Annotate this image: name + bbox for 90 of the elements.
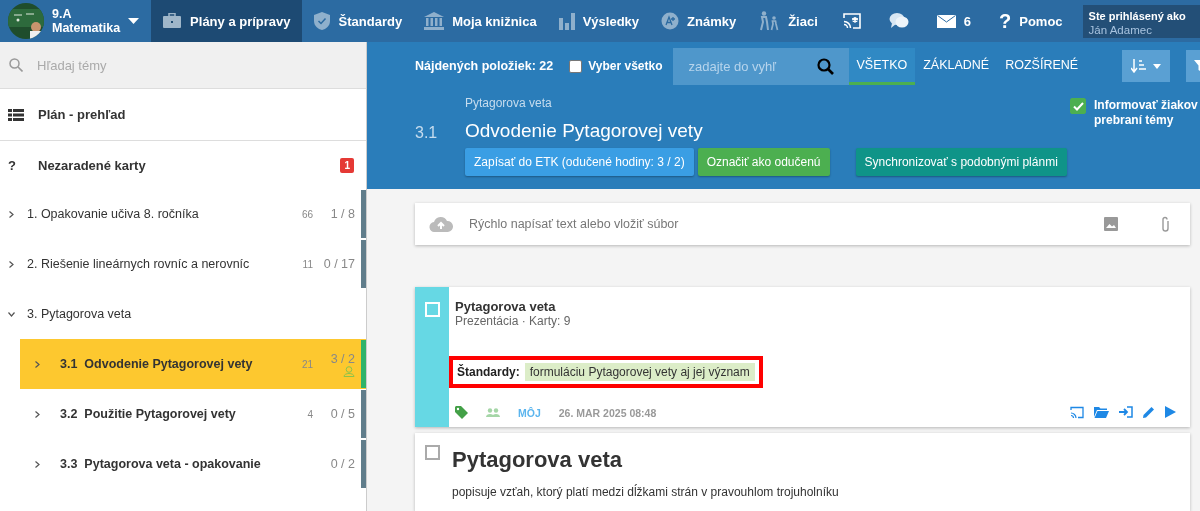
nav-tab[interactable]: Štandardy <box>301 0 414 42</box>
grade-icon <box>661 12 680 30</box>
briefcase-icon <box>162 13 183 29</box>
nav-tab[interactable]: Výsledky <box>547 0 651 42</box>
topic-title: 2. Riešenie lineárnych rovníc a nerovníc <box>27 257 251 271</box>
nav-tab[interactable]: Známky <box>650 0 748 42</box>
help-button[interactable]: ? Pomoc <box>985 0 1077 42</box>
shield-icon <box>312 11 331 31</box>
quick-post-box[interactable]: Rýchlo napísať text alebo vložiť súbor <box>415 203 1190 245</box>
search-field[interactable]: zadajte do vyhľ <box>686 57 817 75</box>
topic-title: 1. Opakovanie učiva 8. ročníka <box>27 207 200 221</box>
caret-icon <box>1153 63 1162 69</box>
mail-icon <box>936 14 956 28</box>
chat-icon[interactable] <box>888 12 909 30</box>
topic-number: 3.1 <box>415 123 439 143</box>
card-count: 21 <box>301 358 313 370</box>
topic-title: 3. Pytagorova veta <box>27 307 133 321</box>
topic-item[interactable]: 3.3 Pytagorova veta - opakovanie 0 / 2 <box>20 439 366 489</box>
filter-tab[interactable]: ROZŠÍRENÉ <box>997 47 1087 85</box>
card-text: popisuje vzťah, ktorý platí medzi dĺžkami strán v pravouhlom trojuholníku <box>452 485 839 499</box>
chevron-icon <box>34 360 41 368</box>
topic-item[interactable]: 3. Pytagorova veta <box>0 289 366 339</box>
filter-tab[interactable]: ZÁKLADNÉ <box>915 47 998 85</box>
breadcrumb: Pytagorova veta <box>465 96 553 110</box>
card-count: 11 <box>302 258 313 270</box>
bank-icon <box>424 12 445 30</box>
user-panel[interactable]: Ste prihlásený ako Ján Adamec <box>1082 5 1200 38</box>
standards-label: Štandardy: <box>457 365 520 379</box>
nav-tab[interactable]: Plány a prípravy <box>151 0 302 42</box>
checkmark-icon <box>1072 101 1084 111</box>
filter-tab[interactable]: VŠETKO <box>848 47 916 85</box>
nav-tab[interactable]: Žiaci <box>747 0 829 42</box>
card-heading: Pytagorova veta <box>452 447 623 473</box>
action-button[interactable]: Zapísať do ETK (odučené hodiny: 3 / 2) <box>465 148 694 176</box>
topic-title: Odvodenie Pytagorovej vety <box>465 120 704 142</box>
messages-button[interactable]: 6 <box>922 0 986 42</box>
topic-item[interactable]: 1. Opakovanie učiva 8. ročníka 66 1 / 8 <box>0 189 366 239</box>
card-count: 4 <box>307 408 313 420</box>
topic-search-box[interactable]: Hľadaj témy <box>0 42 366 89</box>
count-badge: 1 <box>340 157 354 173</box>
paperclip-icon[interactable] <box>1160 215 1172 233</box>
nav-tab[interactable]: Moja knižnica <box>413 0 548 42</box>
image-icon[interactable] <box>1104 217 1118 231</box>
topic-title: 3.1 Odvodenie Pytagorovej vety <box>60 357 254 371</box>
search-icon[interactable] <box>816 57 834 75</box>
topic-item[interactable]: 2. Riešenie lineárnych rovníc a nerovníc 11 0 / 17 <box>0 239 366 289</box>
sign-in-icon[interactable] <box>1119 406 1133 418</box>
results-count: Nájdených položiek: 22 <box>415 59 554 73</box>
search-box[interactable]: zadajte do vyhľ <box>672 47 849 85</box>
search-icon <box>9 58 23 72</box>
chevron-icon <box>34 410 41 418</box>
lesson-progress: 0 / 5 <box>330 407 355 421</box>
class-selector[interactable]: 9.A Matematika <box>0 0 152 42</box>
chevron-icon <box>8 210 15 218</box>
bar-chart-icon <box>558 12 575 30</box>
group-icon <box>486 408 500 417</box>
folder-icon[interactable] <box>1094 406 1109 418</box>
walking-people-icon <box>758 11 781 31</box>
sort-button[interactable] <box>1122 50 1171 82</box>
topic-title: 3.3 Pytagorova veta - opakovanie <box>60 457 262 471</box>
tag-icon <box>455 406 468 419</box>
caret-icon <box>128 18 140 24</box>
select-all-checkbox[interactable]: Vyber všetko <box>569 59 663 73</box>
play-icon[interactable] <box>1165 406 1176 418</box>
plan-overview-item[interactable]: Plán - prehľad <box>0 89 366 141</box>
chevron-icon <box>8 310 15 318</box>
card-meta: Prezentácia · Karty: 9 <box>455 314 572 328</box>
chevron-icon <box>34 460 41 468</box>
topic-search-field[interactable]: Hľadaj témy <box>35 56 335 74</box>
card-checkbox[interactable] <box>425 445 440 460</box>
lesson-progress: 0 / 2 <box>330 457 355 471</box>
standard-tag[interactable]: formuláciu Pytagorovej vety aj jej význam <box>524 363 755 381</box>
lesson-progress: 3 / 2 <box>330 351 355 366</box>
topic-item[interactable]: 3.1 Odvodenie Pytagorovej vety 21 3 / 2 <box>20 339 366 389</box>
lesson-progress: 0 / 17 <box>323 257 355 271</box>
topic-title: 3.2 Použitie Pytagorovej vety <box>60 407 237 421</box>
action-button[interactable]: Synchronizovať s podobnými plánmi <box>855 148 1067 176</box>
unassigned-item[interactable]: ? Nezaradené karty 1 <box>0 141 366 189</box>
notify-checkbox[interactable]: Informovať žiakov prebraní témy <box>1070 98 1200 176</box>
card-count: 66 <box>301 208 313 220</box>
topic-item[interactable]: 3.2 Použitie Pytagorovej vety 4 0 / 5 <box>20 389 366 439</box>
list-icon <box>8 108 24 121</box>
cast-icon[interactable] <box>1070 406 1084 419</box>
card-title: Pytagorova veta <box>455 299 557 314</box>
lesson-progress: 1 / 8 <box>330 207 355 221</box>
chevron-icon <box>8 260 15 268</box>
date-label: 26. MAR 2025 08:48 <box>558 406 657 419</box>
upload-cloud-icon <box>429 216 453 232</box>
owner-label: MÔJ <box>518 406 541 419</box>
pencil-icon[interactable] <box>1143 406 1155 418</box>
